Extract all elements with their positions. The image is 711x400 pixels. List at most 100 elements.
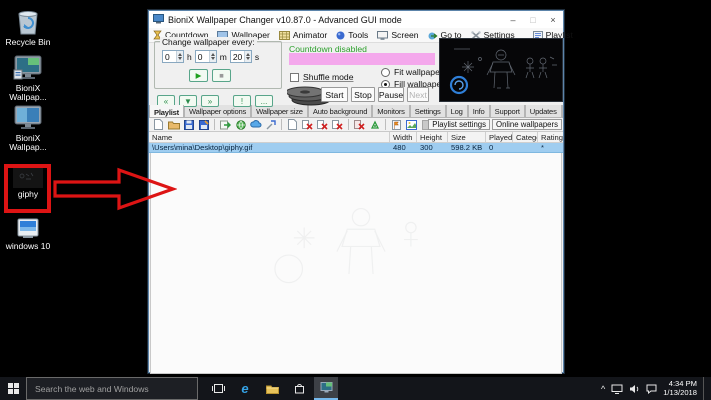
open-folder-icon[interactable] [167,119,180,131]
add-cloud-icon[interactable] [249,119,262,131]
countdown-play-button[interactable]: ▶ [189,69,208,82]
add-web-icon[interactable] [234,119,247,131]
remove-all-icon[interactable] [316,119,329,131]
menu-tools[interactable]: Tools [336,30,368,40]
stop-button[interactable]: Stop [351,87,375,102]
action-center-icon[interactable] [646,384,657,394]
playlist-area[interactable] [150,153,562,374]
bionix-task-icon [320,382,333,393]
alert-button[interactable]: ! [233,95,251,107]
windows-logo-icon [8,383,19,394]
taskbar-search-input[interactable] [26,377,198,400]
desktop-icon-label: Recycle Bin [0,38,56,47]
delete-file-icon[interactable] [353,119,366,131]
maximize-button: □ [523,11,543,28]
preview-image-icon[interactable] [405,119,418,131]
tab-support[interactable]: Support [490,105,525,117]
playlist-row-selected[interactable]: \Users\mina\Desktop\giphy.gif 480 300 59… [149,143,563,153]
seconds-spinner[interactable]: 20 [230,50,252,63]
start-button[interactable]: Start [321,87,348,102]
shuffle-label: Shuffle mode [303,72,353,82]
clock-date: 1/13/2018 [663,389,697,398]
more-button[interactable]: ... [255,95,273,107]
desktop-icon-windows10[interactable]: windows 10 [0,218,56,251]
column-size[interactable]: Size [448,132,486,142]
column-rating[interactable]: Rating [538,132,563,142]
app-icon [153,14,164,26]
tab-info[interactable]: Info [468,105,490,117]
save-as-icon[interactable] [197,119,210,131]
tab-monitors[interactable]: Monitors [372,105,410,117]
tools-icon [336,31,345,40]
cell-catego [513,143,538,152]
network-icon[interactable] [611,384,623,394]
new-playlist-icon[interactable] [152,119,165,131]
store-icon [294,383,305,394]
taskbar-clock[interactable]: 4:34 PM 1/13/2018 [663,380,697,397]
column-width[interactable]: Width [390,132,417,142]
minimize-button[interactable]: – [503,11,523,28]
window-title: BioniX Wallpaper Changer v10.87.0 - Adva… [168,15,402,25]
speaker-icon[interactable] [629,384,640,394]
wallpaper-preview [439,38,563,102]
cell-width: 480 [390,143,417,152]
next-wallpaper-button[interactable]: » [201,95,219,107]
playlist-settings-button[interactable]: Playlist settings [428,119,490,130]
hours-spinner[interactable]: 0 [162,50,184,63]
fit-radio[interactable] [381,68,390,77]
add-file-icon[interactable] [219,119,232,131]
tray-chevron[interactable]: ^ [601,384,605,394]
cell-played: 0 [486,143,513,152]
pause-button[interactable]: Pause [378,87,404,102]
online-wallpapers-button[interactable]: Online wallpapers [492,119,562,130]
file-explorer-button[interactable] [260,377,284,400]
tab-log[interactable]: Log [446,105,468,117]
shuffle-mode-option[interactable]: Shuffle mode [290,72,353,82]
minutes-spinner[interactable]: 0 [195,50,217,63]
next-button: Next [407,87,429,102]
save-icon[interactable] [182,119,195,131]
menu-screen[interactable]: Screen [377,30,418,40]
edge-button[interactable]: e [233,377,257,400]
desktop-icon-bionix-2[interactable]: BioniX Wallpap... [0,104,56,152]
hours-unit: h [187,52,192,62]
remove-dead-icon[interactable] [331,119,344,131]
add-link-icon[interactable] [264,119,277,131]
bionix-taskbar-button[interactable] [314,377,338,400]
cell-height: 300 [417,143,448,152]
desktop-icon-recycle-bin[interactable]: Recycle Bin [0,6,56,47]
task-view-button[interactable] [206,377,230,400]
countdown-progress-bar [289,53,435,65]
fit-wallpaper-option[interactable]: Fit wallpaper [381,67,443,77]
start-button[interactable] [0,377,26,400]
countdown-stop-button[interactable]: ■ [212,69,231,82]
clear-list-icon[interactable] [286,119,299,131]
menu-animator[interactable]: Animator [279,30,327,40]
close-button[interactable]: × [543,11,563,28]
desktop-icon-label: giphy [0,190,56,199]
giphy-thumbnail-icon [0,168,56,188]
windows10-file-icon [0,218,56,240]
column-catego[interactable]: Catego [513,132,538,142]
remove-item-icon[interactable] [301,119,314,131]
change-wallpaper-group: Change wallpaper every: 0 h 0 m 20 s [154,41,282,89]
show-desktop-button[interactable] [703,377,707,400]
column-name[interactable]: Name [149,132,390,142]
task-view-icon [212,383,225,394]
recycle-icon[interactable] [368,119,381,131]
column-height[interactable]: Height [417,132,448,142]
tab-playlist[interactable]: Playlist [149,105,184,118]
marker-flag-icon[interactable] [390,119,403,131]
column-played[interactable]: Played [486,132,513,142]
tab-play-mode[interactable]: Play mode [562,105,563,117]
title-bar[interactable]: BioniX Wallpaper Changer v10.87.0 - Adva… [149,11,563,28]
tab-settings[interactable]: Settings [410,105,446,117]
desktop-icon-giphy[interactable]: giphy [0,168,56,199]
control-panel: Change wallpaper every: 0 h 0 m 20 s [149,43,563,105]
store-button[interactable] [287,377,311,400]
desktop-icon-bionix-1[interactable]: BioniX Wallpap... [0,54,56,102]
tab-updates[interactable]: Updates [525,105,562,117]
tab-auto-background[interactable]: Auto background [308,105,372,117]
recycle-bin-icon [0,6,56,36]
shuffle-checkbox[interactable] [290,73,299,82]
